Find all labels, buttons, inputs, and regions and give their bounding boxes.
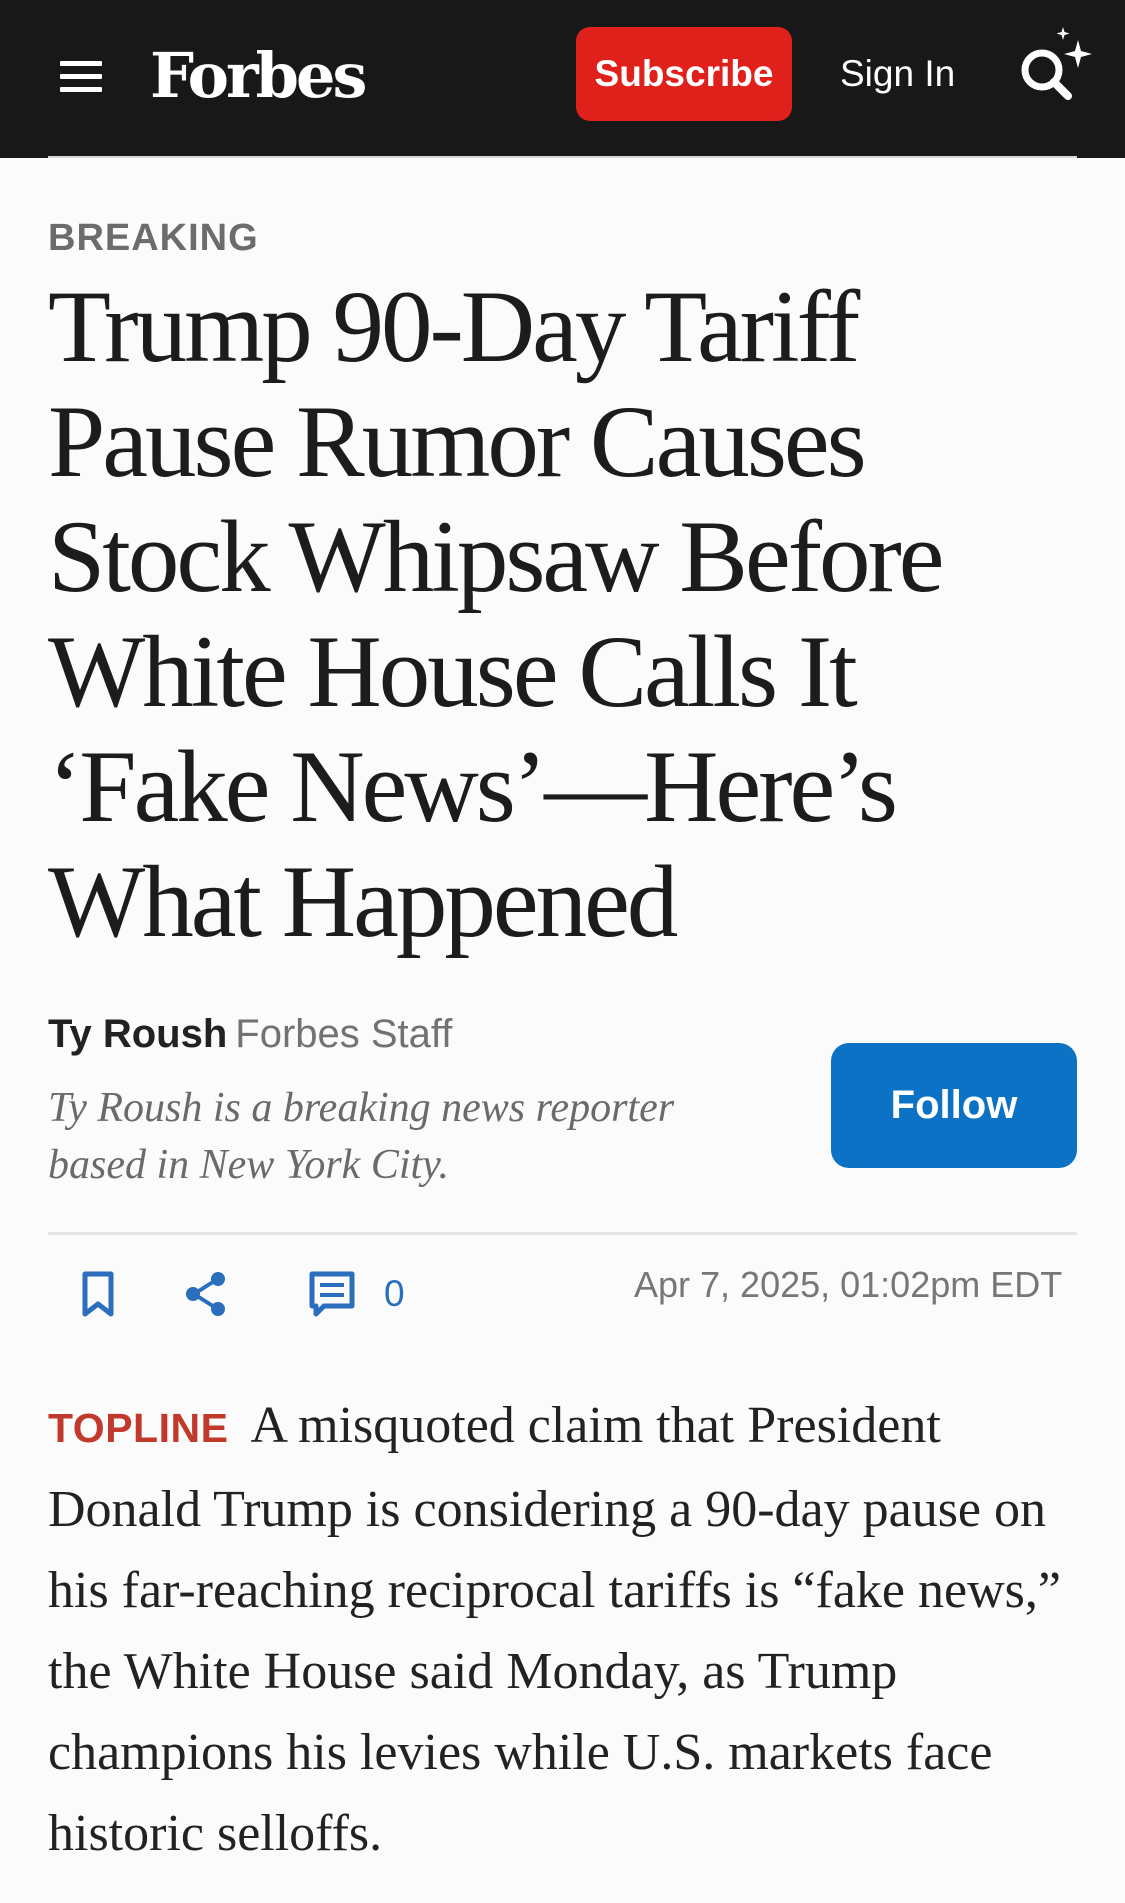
author-name-link[interactable]: Ty Roush	[48, 1012, 227, 1056]
breaking-label: BREAKING	[48, 217, 259, 259]
author-role: Forbes Staff	[235, 1012, 453, 1056]
topline-label: TOPLINE	[48, 1405, 229, 1451]
ai-search-sparkle-icon	[1021, 27, 1092, 100]
author-bio: Ty Roush is a breaking news reporter bas…	[48, 1085, 675, 1188]
bookmark-icon	[82, 1271, 114, 1317]
topline-paragraph: TOPLINE A misquoted claim that President …	[48, 1385, 1088, 1874]
article-headline: Trump 90-Day Tariff Pause Rumor Causes S…	[48, 270, 945, 959]
divider	[48, 156, 1077, 158]
menu-icon-line	[60, 74, 102, 79]
menu-icon-line	[60, 61, 102, 66]
author-byline: Ty Roush Forbes Staff	[48, 1008, 452, 1060]
bookmark-button[interactable]	[72, 1268, 124, 1320]
search-button[interactable]	[1006, 22, 1102, 118]
comment-icon	[309, 1271, 355, 1317]
top-navigation-bar: Forbes Subscribe Sign In	[0, 0, 1125, 158]
forbes-logo[interactable]: Forbes	[150, 36, 367, 116]
comment-count: 0	[384, 1273, 405, 1314]
follow-button[interactable]: Follow	[831, 1043, 1077, 1168]
menu-button[interactable]	[56, 57, 106, 97]
comments-button[interactable]: 0	[304, 1266, 434, 1322]
sign-in-link[interactable]: Sign In	[840, 44, 955, 104]
topline-text: A misquoted claim that President Donald …	[48, 1397, 1061, 1862]
share-button[interactable]	[180, 1268, 232, 1320]
subscribe-button[interactable]: Subscribe	[576, 27, 792, 121]
publish-timestamp: Apr 7, 2025, 01:02pm EDT	[634, 1264, 1063, 1305]
divider	[48, 1232, 1077, 1235]
share-icon	[186, 1272, 225, 1316]
menu-icon-line	[60, 87, 102, 92]
